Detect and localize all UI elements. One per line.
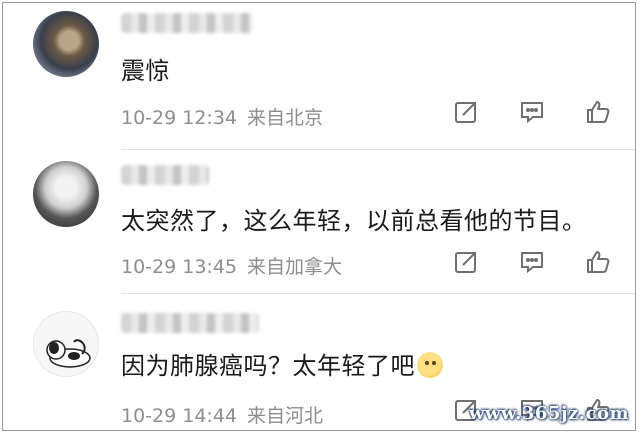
comment-text: 太突然了，这么年轻，以前总看他的节目。 [121,207,587,235]
avatar[interactable] [33,161,99,227]
comment-location: 来自河北 [247,405,324,427]
avatar[interactable] [33,11,99,77]
username-blurred[interactable] [121,13,253,33]
comment-actions [451,247,621,277]
comment-button[interactable] [517,247,547,277]
comment-icon [521,102,543,124]
cat-avatar-illustration [46,339,91,368]
comment-list: 震惊 10-29 12:34 来自北京 太突然了，这么年轻，以前总看他的节目。 … [2,2,636,431]
comment-text: 因为肺腺癌吗？太年轻了吧 [121,346,443,381]
divider [121,293,635,294]
comment-actions [451,97,621,127]
comment-location: 来自加拿大 [247,256,343,278]
comment-button[interactable] [517,97,547,127]
comment-time: 10-29 12:34 [121,107,238,129]
avatar[interactable] [33,311,99,377]
share-button[interactable] [451,247,481,277]
thumbs-up-icon [587,101,610,123]
share-icon [455,102,476,123]
comment-text-content: 因为肺腺癌吗？太年轻了吧 [121,352,415,380]
comment-icon [521,252,543,274]
thumbs-up-icon [587,251,610,273]
like-button[interactable] [583,97,613,127]
watermark: www.365jz.com [468,403,629,424]
comment-time: 10-29 14:44 [121,405,238,427]
like-button[interactable] [583,247,613,277]
comment-meta: 10-29 13:45 来自加拿大 [121,252,342,279]
share-icon [455,252,476,273]
comment-meta: 10-29 12:34 来自北京 [121,103,323,130]
divider [121,149,635,150]
username-blurred[interactable] [121,313,259,333]
username-blurred[interactable] [121,165,209,185]
comment-location: 来自北京 [247,107,324,129]
comment-text: 震惊 [121,57,170,85]
share-button[interactable] [451,97,481,127]
hugging-face-emoji [417,352,443,378]
comment-time: 10-29 13:45 [121,256,238,278]
comment-meta: 10-29 14:44 来自河北 [121,401,323,428]
